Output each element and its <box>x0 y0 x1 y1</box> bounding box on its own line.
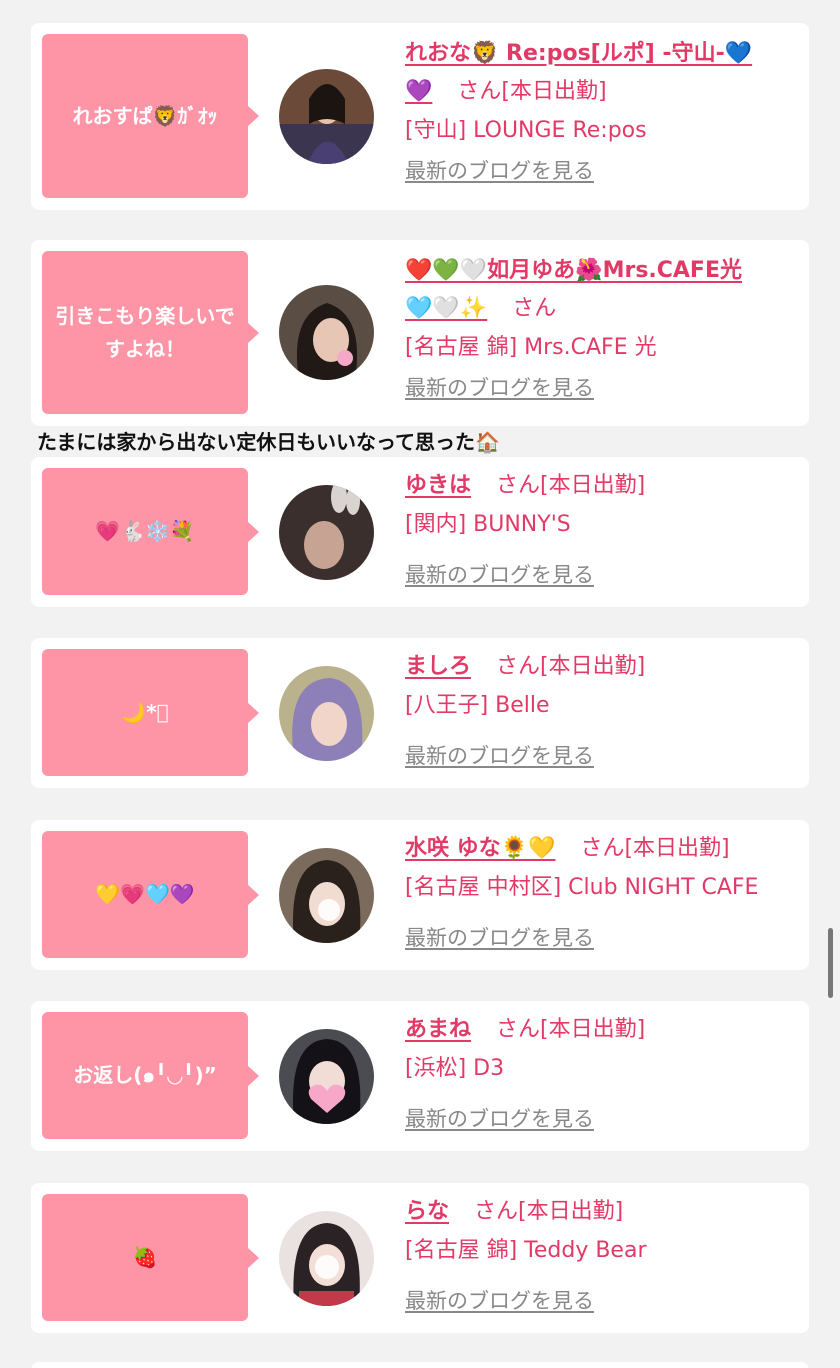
list-item: 🌙*ﾟ ましろ さん[本日出勤] [八王子] Belle 最新のブログを見る <box>31 638 809 788</box>
message-bubble: お返し(๑╹◡╹)” <box>42 1012 259 1139</box>
page: れおすぱ🦁ｶﾞｵｯ れおな🦁 Re:pos[ルポ] -守山-💙 💜 さん[本日出… <box>0 0 840 1368</box>
cast-name-link-cont[interactable]: 🩵🤍✨ <box>405 296 487 321</box>
avatar-photo <box>279 485 374 580</box>
honorific-status: さん[本日出勤] <box>457 79 607 104</box>
cast-name-link[interactable]: ましろ <box>405 654 471 679</box>
list-item: お返し(๑╹◡╹)” あまね さん[本日出勤] [浜松] D3 最新のブログを見… <box>31 1001 809 1151</box>
avatar-photo <box>279 848 374 943</box>
message-bubble: 🌙*ﾟ <box>42 649 259 776</box>
avatar[interactable] <box>279 848 374 943</box>
message-text: 💛💗🩵💜 <box>95 882 195 906</box>
avatar-photo <box>279 69 374 164</box>
honorific-status: さん[本日出勤] <box>496 473 646 498</box>
avatar[interactable] <box>279 666 374 761</box>
cast-name-link[interactable]: ゆきは <box>405 473 471 498</box>
avatar-photo <box>279 285 374 380</box>
honorific-status: さん <box>512 296 557 321</box>
list-item: 💛💗🩵💜 水咲 ゆな🌻💛 さん[本日出勤] [名古屋 中村区] Club NIG… <box>31 820 809 970</box>
honorific-status: さん[本日出勤] <box>496 654 646 679</box>
scrollbar[interactable] <box>828 928 833 998</box>
honorific-status: さん[本日出勤] <box>496 1017 646 1042</box>
message-text: お返し(๑╹◡╹)” <box>73 1063 217 1087</box>
avatar[interactable] <box>279 485 374 580</box>
message-bubble: 💛💗🩵💜 <box>42 831 259 958</box>
message-bubble: 引きこもり楽しいですよね！ <box>42 251 259 414</box>
avatar[interactable] <box>279 1029 374 1124</box>
cast-name-link[interactable]: あまね <box>405 1017 471 1042</box>
message-text: 引きこもり楽しいですよね！ <box>55 303 235 361</box>
honorific-status: さん[本日出勤] <box>474 1199 624 1224</box>
view-blog-link[interactable]: 最新のブログを見る <box>405 151 594 191</box>
post-comment: たまには家から出ない定休日もいいなって思った🏠 <box>37 430 500 454</box>
cast-name-link[interactable]: らな <box>405 1199 449 1224</box>
cast-name-link[interactable]: れおな🦁 Re:pos[ルポ] -守山-💙 <box>405 41 752 66</box>
cast-name[interactable]: ❤️💚🤍如月ゆあ🌺Mrs.CAFE光 <box>405 252 795 290</box>
view-blog-link[interactable]: 最新のブログを見る <box>405 555 594 595</box>
shop-label: [名古屋 中村区] Club NIGHT CAFE <box>405 875 759 900</box>
view-blog-link[interactable]: 最新のブログを見る <box>405 736 594 776</box>
cast-name[interactable]: れおな🦁 Re:pos[ルポ] -守山-💙 <box>405 35 795 73</box>
list-item: 引きこもり楽しいですよね！ ❤️💚🤍如月ゆあ🌺Mrs.CAFE光 🩵🤍✨ さん … <box>31 240 809 426</box>
avatar[interactable] <box>279 1211 374 1306</box>
view-blog-link[interactable]: 最新のブログを見る <box>405 1099 594 1139</box>
shop-label: [関内] BUNNY'S <box>405 512 571 537</box>
cast-name-link[interactable]: 水咲 ゆな🌻💛 <box>405 836 555 861</box>
cast-name-link[interactable]: ❤️💚🤍如月ゆあ🌺Mrs.CAFE光 <box>405 258 742 283</box>
honorific-status: さん[本日出勤] <box>580 836 730 861</box>
list-item: 🍓 らな さん[本日出勤] [名古屋 錦] Teddy Bear 最新のブログを… <box>31 1183 809 1333</box>
avatar[interactable] <box>279 69 374 164</box>
avatar[interactable] <box>279 285 374 380</box>
shop-label: [八王子] Belle <box>405 693 550 718</box>
message-text: れおすぱ🦁ｶﾞｵｯ <box>72 103 218 128</box>
message-bubble: 🍓 <box>42 1194 259 1321</box>
list-item: れおすぱ🦁ｶﾞｵｯ れおな🦁 Re:pos[ルポ] -守山-💙 💜 さん[本日出… <box>31 23 809 210</box>
shop-label: [名古屋 錦] Mrs.CAFE 光 <box>405 335 657 360</box>
message-bubble: れおすぱ🦁ｶﾞｵｯ <box>42 34 259 198</box>
message-text: 💗🐇❄️💐 <box>95 519 195 543</box>
avatar-photo <box>279 1029 374 1124</box>
message-text: 🌙*ﾟ <box>121 700 169 724</box>
view-blog-link[interactable]: 最新のブログを見る <box>405 918 594 958</box>
message-bubble: 💗🐇❄️💐 <box>42 468 259 595</box>
view-blog-link[interactable]: 最新のブログを見る <box>405 1281 594 1321</box>
message-text: 🍓 <box>132 1245 158 1269</box>
avatar-photo <box>279 666 374 761</box>
view-blog-link[interactable]: 最新のブログを見る <box>405 368 594 408</box>
shop-label: [名古屋 錦] Teddy Bear <box>405 1238 647 1263</box>
shop-label: [浜松] D3 <box>405 1056 505 1081</box>
list-item-partial <box>31 1362 809 1368</box>
list-item: 💗🐇❄️💐 ゆきは さん[本日出勤] [関内] BUNNY'S 最新のブログを見… <box>31 457 809 607</box>
cast-name-link-cont[interactable]: 💜 <box>405 79 432 104</box>
avatar-photo <box>279 1211 374 1306</box>
shop-label: [守山] LOUNGE Re:pos <box>405 118 647 143</box>
